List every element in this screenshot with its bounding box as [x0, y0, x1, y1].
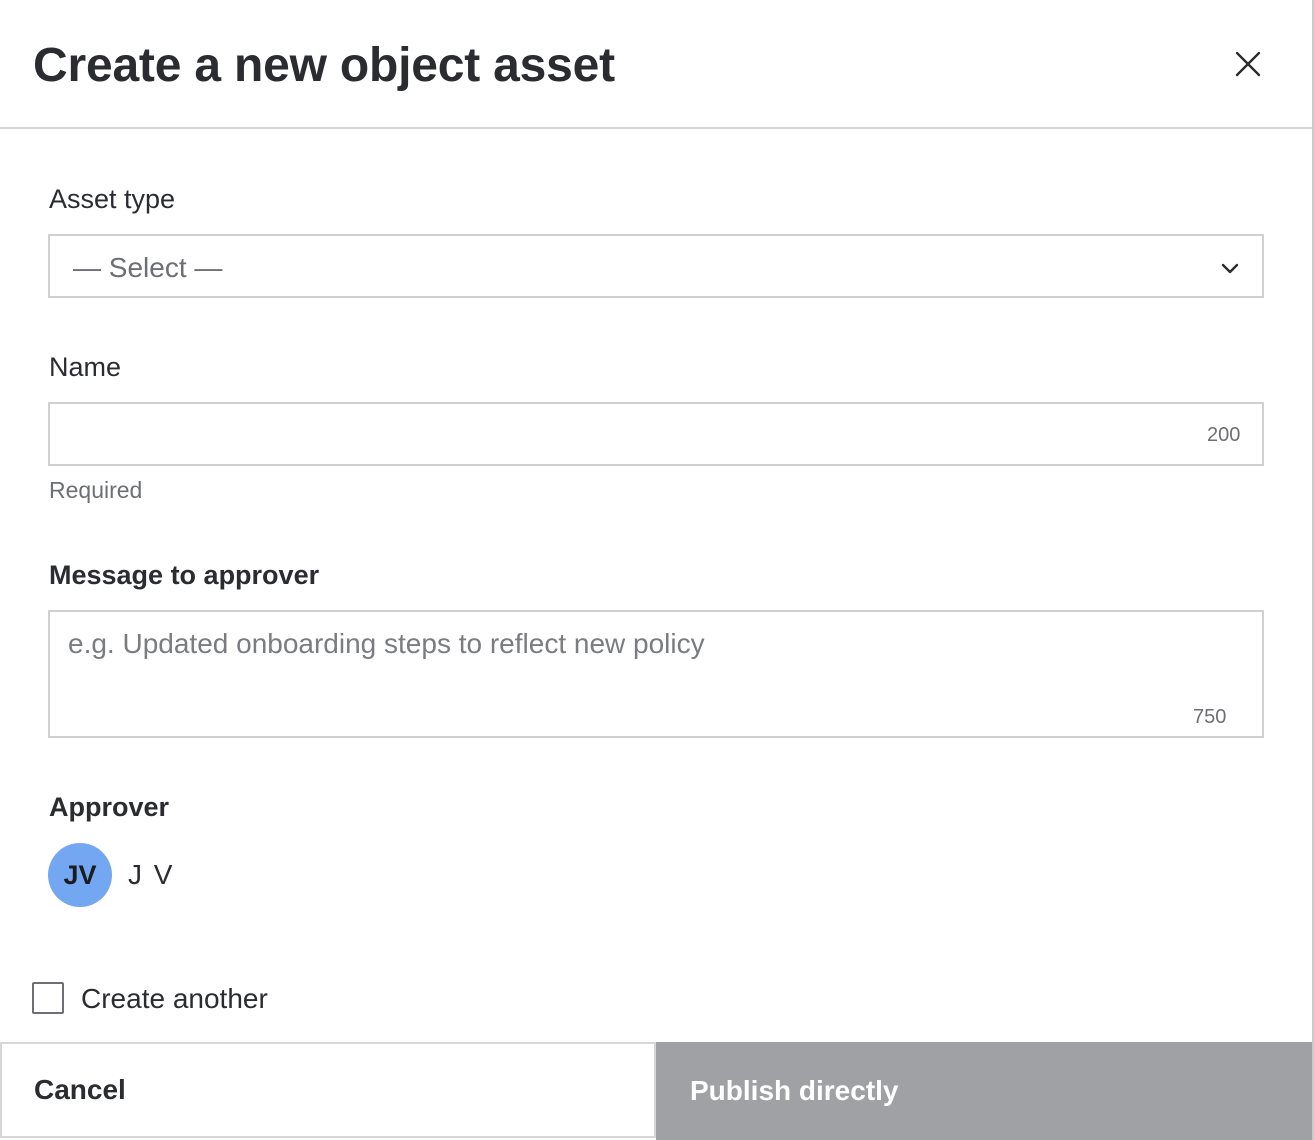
name-label: Name — [49, 352, 122, 382]
dialog-header: Create a new object asset — [0, 0, 1312, 129]
approver-name: J V — [128, 859, 175, 890]
message-char-counter: 750 — [1193, 706, 1227, 728]
close-icon — [1235, 51, 1261, 77]
name-required-hint: Required — [49, 477, 143, 503]
message-textarea[interactable] — [48, 610, 1264, 738]
asset-type-selected-value: — Select — — [73, 252, 223, 283]
dialog-footer: Cancel Publish directly — [0, 1042, 1312, 1140]
message-label: Message to approver — [49, 560, 320, 590]
name-char-counter: 200 — [1207, 424, 1241, 446]
dialog-title: Create a new object asset — [33, 39, 615, 92]
approver-avatar: JV — [48, 843, 112, 907]
asset-type-label: Asset type — [49, 184, 176, 214]
name-input[interactable] — [48, 402, 1264, 466]
create-asset-dialog: Create a new object asset Asset type — S… — [0, 0, 1314, 1140]
publish-directly-button[interactable]: Publish directly — [656, 1042, 1312, 1140]
chevron-down-icon — [1221, 263, 1239, 274]
create-another-checkbox[interactable] — [32, 982, 64, 1014]
close-button[interactable] — [1228, 44, 1268, 84]
create-another-label[interactable]: Create another — [81, 983, 268, 1015]
avatar-initials: JV — [63, 859, 97, 890]
asset-type-select[interactable]: — Select — — [48, 234, 1264, 298]
approver-label: Approver — [49, 792, 170, 822]
cancel-button[interactable]: Cancel — [0, 1042, 656, 1138]
